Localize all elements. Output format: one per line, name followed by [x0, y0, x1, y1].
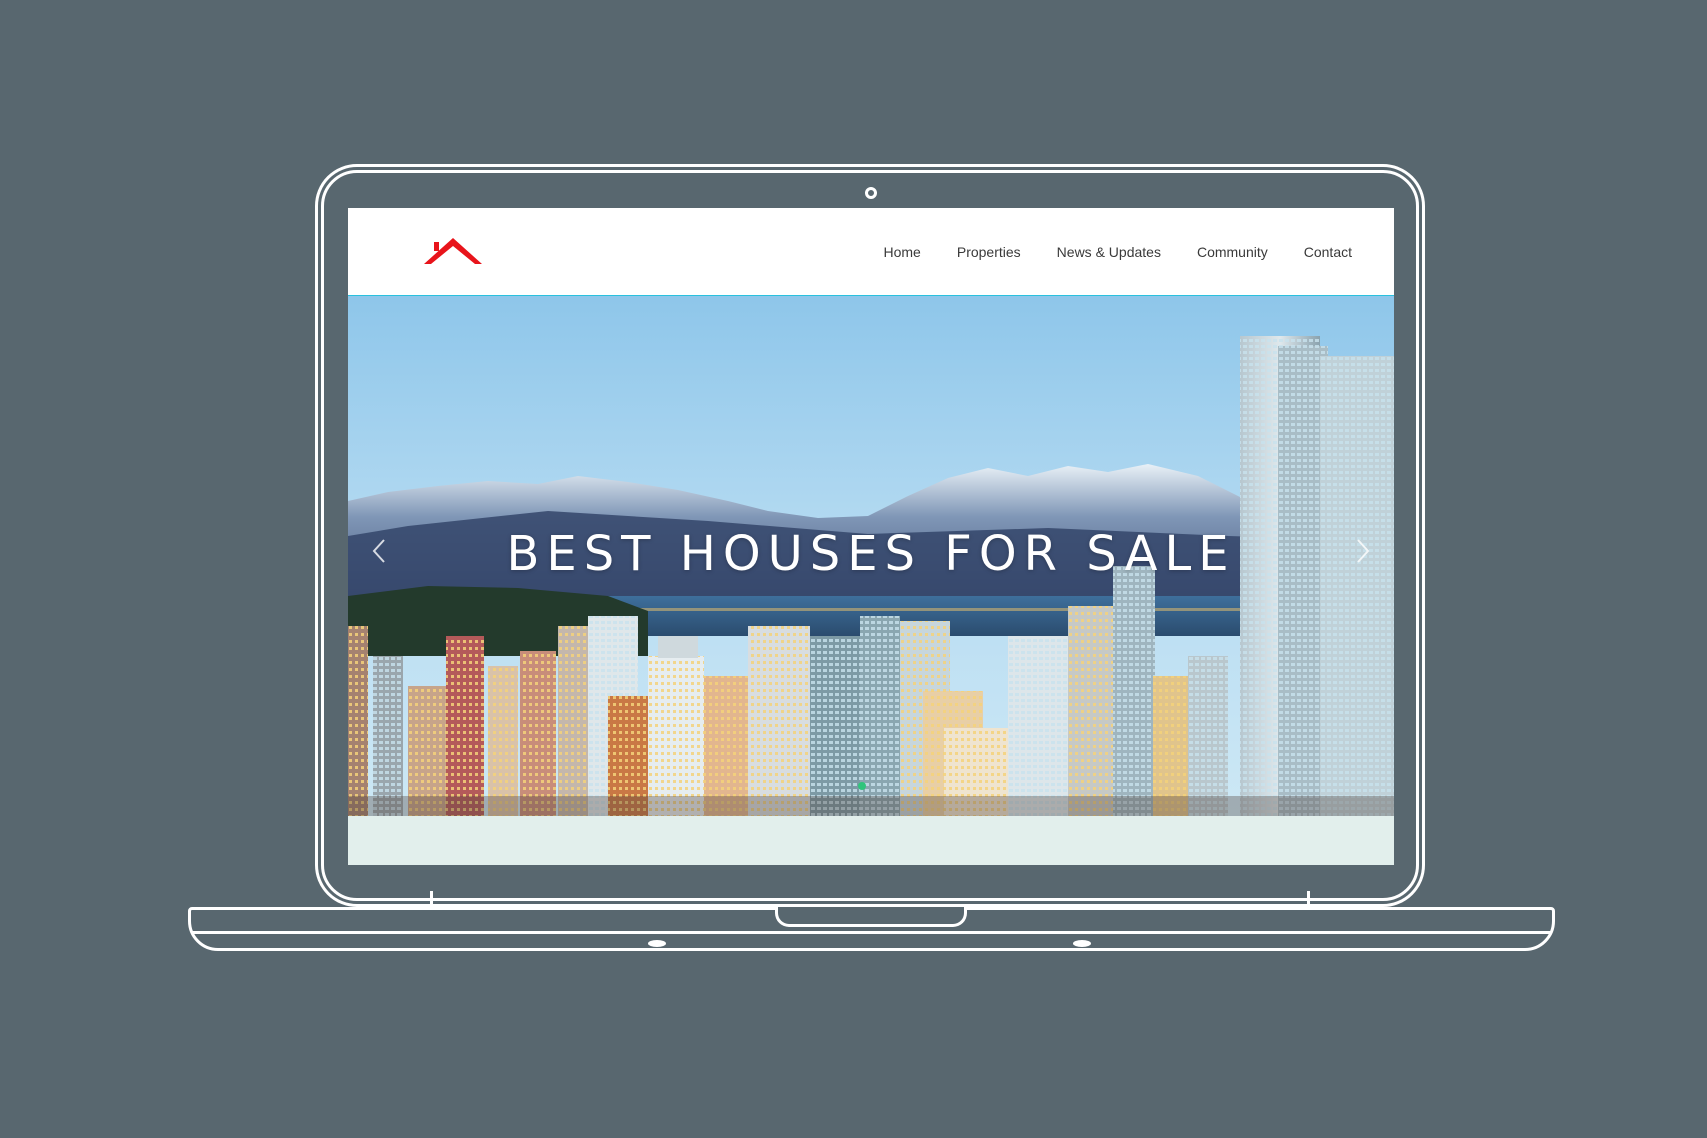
laptop-base-edge: [191, 931, 1552, 934]
nav-item-community[interactable]: Community: [1197, 244, 1268, 260]
nav-item-properties[interactable]: Properties: [957, 244, 1021, 260]
laptop-trackpad-notch: [775, 907, 967, 927]
chevron-left-icon[interactable]: [370, 536, 390, 566]
webcam-icon: [865, 187, 877, 199]
nav-item-news-updates[interactable]: News & Updates: [1057, 244, 1161, 260]
page-background: Home Properties News & Updates Community…: [0, 0, 1707, 1138]
content-section: [348, 816, 1394, 865]
hero-title: BEST HOUSES FOR SALE: [506, 526, 1236, 582]
nav-item-contact[interactable]: Contact: [1304, 244, 1352, 260]
hero-slider: BEST HOUSES FOR SALE: [348, 296, 1394, 816]
chevron-right-icon[interactable]: [1352, 536, 1372, 566]
laptop-screen: Home Properties News & Updates Community…: [348, 208, 1394, 865]
slider-dot-active[interactable]: [858, 782, 866, 790]
main-nav: Home Properties News & Updates Community…: [884, 208, 1353, 296]
site-header: Home Properties News & Updates Community…: [348, 208, 1394, 296]
laptop-foot-left: [648, 940, 666, 947]
nav-item-home[interactable]: Home: [884, 244, 921, 260]
house-roof-icon[interactable]: [424, 236, 482, 266]
laptop-foot-right: [1073, 940, 1091, 947]
